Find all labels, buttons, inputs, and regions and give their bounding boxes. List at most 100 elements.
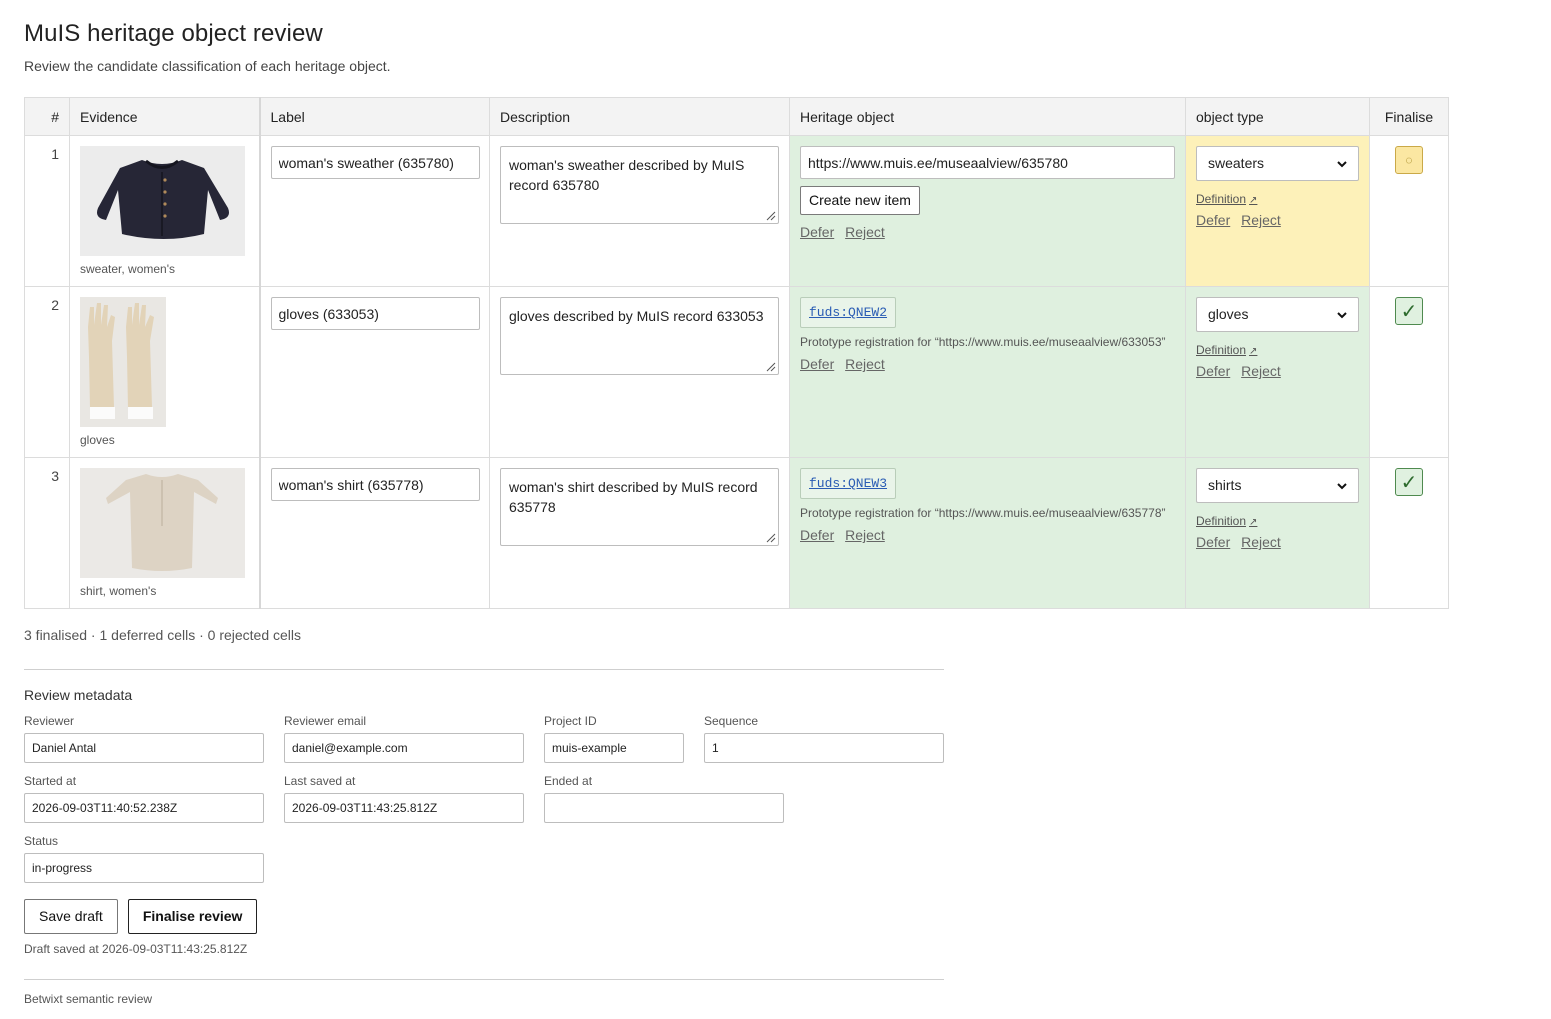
column-header-object-type: object type: [1185, 97, 1370, 136]
review-actions: Save draft Finalise review: [24, 899, 1527, 934]
reviewer-input[interactable]: Daniel Antal: [24, 733, 264, 763]
object-type-select[interactable]: gloves: [1196, 297, 1359, 332]
description-textarea[interactable]: woman's shirt described by MuIS record 6…: [500, 468, 779, 546]
reject-link[interactable]: Reject: [1241, 363, 1281, 379]
label-input[interactable]: [270, 297, 480, 330]
column-header-num: #: [24, 97, 70, 136]
description-textarea[interactable]: gloves described by MuIS record 633053: [500, 297, 779, 375]
reject-link[interactable]: Reject: [1241, 212, 1281, 228]
resize-grip-icon[interactable]: [766, 362, 776, 372]
evidence-cell: sweater, women's: [69, 135, 261, 287]
table-header-row: # Evidence Label Description Heritage ob…: [24, 97, 1449, 136]
object-type-value: gloves: [1208, 306, 1249, 322]
heritage-id-link[interactable]: fuds:QNEW3: [800, 468, 897, 499]
reviewer-label: Reviewer: [24, 714, 75, 728]
label-cell: [259, 286, 490, 458]
column-header-evidence: Evidence: [69, 97, 261, 136]
finalise-cell: ✓: [1369, 286, 1449, 458]
label-cell: [259, 135, 490, 287]
finalise-checkbox[interactable]: ✓: [1395, 297, 1423, 325]
row-number: 3: [24, 457, 70, 609]
page-title: MuIS heritage object review: [24, 20, 323, 47]
heritage-url-input[interactable]: [800, 146, 1175, 179]
started-input[interactable]: 2026-09-03T11:40:52.238Z: [24, 793, 264, 823]
finalise-cell: ✓: [1369, 457, 1449, 609]
email-field: Reviewer email daniel@example.com: [284, 714, 524, 763]
footer-text: Betwixt semantic review: [24, 992, 153, 1006]
definition-link[interactable]: Definition ↗: [1196, 343, 1257, 357]
finalise-pending-toggle[interactable]: ◌: [1395, 146, 1423, 174]
object-type-cell: shirts Definition ↗ Defer Reject: [1185, 457, 1370, 609]
evidence-caption: gloves: [80, 433, 115, 447]
reject-link[interactable]: Reject: [1241, 534, 1281, 550]
shirt-image: [80, 468, 245, 578]
sweater-image: [80, 146, 245, 256]
column-header-label: Label: [259, 97, 490, 136]
evidence-caption: sweater, women's: [80, 262, 175, 276]
save-draft-button[interactable]: Save draft: [24, 899, 118, 934]
check-icon: ✓: [1400, 300, 1418, 323]
external-link-icon: ↗: [1249, 517, 1258, 528]
last-saved-label: Last saved at: [284, 774, 356, 788]
status-label: Status: [24, 834, 59, 848]
column-header-finalise: Finalise: [1369, 97, 1449, 136]
last-saved-field: Last saved at 2026-09-03T11:43:25.812Z: [284, 774, 524, 823]
defer-link[interactable]: Defer: [1196, 534, 1230, 550]
definition-link[interactable]: Definition ↗: [1196, 192, 1257, 206]
prototype-note: Prototype registration for “https://www.…: [800, 335, 1166, 349]
create-new-item-button[interactable]: Create new item: [800, 186, 920, 215]
started-field: Started at 2026-09-03T11:40:52.238Z: [24, 774, 264, 823]
finalise-checkbox[interactable]: ✓: [1395, 468, 1423, 496]
object-type-select[interactable]: shirts: [1196, 468, 1359, 503]
description-cell: woman's sweather described by MuIS recor…: [489, 135, 790, 287]
description-text: gloves described by MuIS record 633053: [509, 308, 764, 324]
check-icon: ✓: [1400, 471, 1418, 494]
draft-saved-status: Draft saved at 2026-09-03T11:43:25.812Z: [24, 942, 248, 956]
object-type-cell: sweaters Definition ↗ Defer Reject: [1185, 135, 1370, 287]
label-input[interactable]: [270, 468, 480, 501]
page-subtitle: Review the candidate classification of e…: [24, 58, 391, 74]
defer-link[interactable]: Defer: [800, 356, 834, 372]
defer-link[interactable]: Defer: [1196, 212, 1230, 228]
finalise-review-button[interactable]: Finalise review: [127, 899, 258, 934]
resize-grip-icon[interactable]: [766, 533, 776, 543]
external-link-icon: ↗: [1249, 346, 1258, 357]
sequence-input[interactable]: 1: [704, 733, 944, 763]
table-row: 2 gloves gloves (633053) gloves describe…: [24, 286, 1449, 458]
sequence-field: Sequence 1: [704, 714, 944, 763]
project-label: Project ID: [544, 714, 597, 728]
heritage-object-cell: Create new item Defer Reject: [789, 135, 1186, 287]
defer-link[interactable]: Defer: [800, 527, 834, 543]
row-number: 2: [24, 286, 70, 458]
reject-link[interactable]: Reject: [845, 224, 885, 240]
status-field: Status in-progress: [24, 834, 264, 883]
heritage-id-link[interactable]: fuds:QNEW2: [800, 297, 897, 328]
defer-link[interactable]: Defer: [1196, 363, 1230, 379]
divider: [24, 669, 944, 670]
reject-link[interactable]: Reject: [845, 527, 885, 543]
resize-grip-icon[interactable]: [766, 211, 776, 221]
defer-link[interactable]: Defer: [800, 224, 834, 240]
label-input[interactable]: [270, 146, 480, 179]
description-cell: gloves described by MuIS record 633053: [489, 286, 790, 458]
description-textarea[interactable]: woman's sweather described by MuIS recor…: [500, 146, 779, 224]
ended-label: Ended at: [544, 774, 593, 788]
last-saved-input[interactable]: 2026-09-03T11:43:25.812Z: [284, 793, 524, 823]
metadata-title: Review metadata: [24, 687, 133, 703]
object-type-value: sweaters: [1208, 155, 1265, 171]
table-row: 3 shirt, women's woman's shirt (635778) …: [24, 457, 1449, 609]
evidence-cell: gloves: [69, 286, 261, 458]
heritage-object-cell: fuds:QNEW3 Prototype registration for “h…: [789, 457, 1186, 609]
object-type-select[interactable]: sweaters: [1196, 146, 1359, 181]
chevron-down-icon: [1337, 312, 1347, 319]
evidence-caption: shirt, women's: [80, 584, 157, 598]
project-input[interactable]: muis-example: [544, 733, 684, 763]
email-input[interactable]: daniel@example.com: [284, 733, 524, 763]
reject-link[interactable]: Reject: [845, 356, 885, 372]
status-input[interactable]: in-progress: [24, 853, 264, 883]
table-row: 1 sweater, women's woman's sweather (635…: [24, 135, 1449, 287]
external-link-icon: ↗: [1249, 195, 1258, 206]
ended-input[interactable]: [544, 793, 784, 823]
definition-link[interactable]: Definition ↗: [1196, 514, 1257, 528]
reviewer-field: Reviewer Daniel Antal: [24, 714, 264, 763]
